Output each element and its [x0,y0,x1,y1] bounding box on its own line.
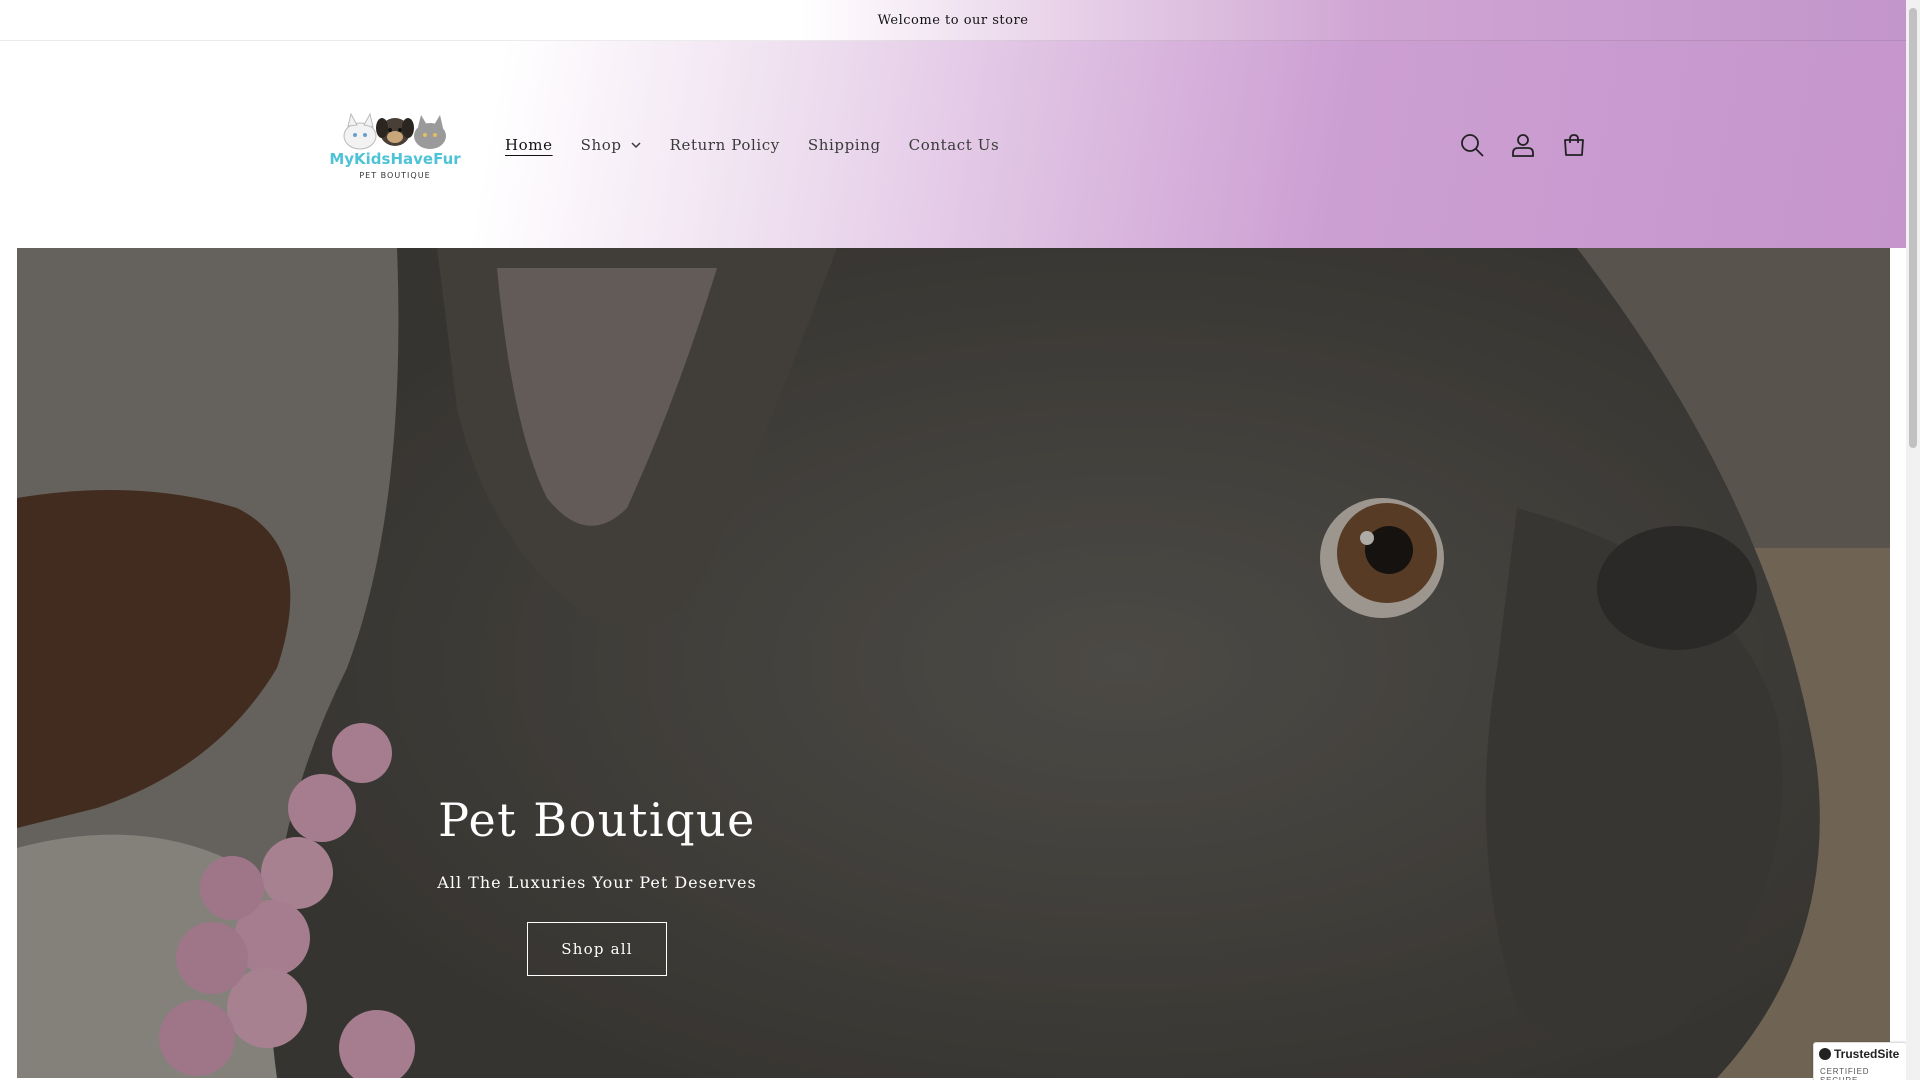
announcement-text: Welcome to our store [877,12,1029,28]
store-logo[interactable]: MyKidsHaveFur PET BOUTIQUE [320,106,470,186]
nav-contact-us-label: Contact Us [908,135,1000,154]
nav-shop-label: Shop [580,135,622,154]
nav-home[interactable]: Home [505,136,553,154]
announcement-bar: Welcome to our store [0,0,1906,41]
hero-subtitle: All The Luxuries Your Pet Deserves [437,873,757,892]
nav-home-label: Home [505,135,553,154]
svg-text:MyKidsHaveFur: MyKidsHaveFur [329,150,461,168]
page-scrollbar[interactable] [1906,0,1920,1080]
cart-icon [1564,133,1584,156]
logo-graphic: MyKidsHaveFur PET BOUTIQUE [329,112,461,180]
nav-contact-us[interactable]: Contact Us [909,136,1000,154]
nav-shop[interactable]: Shop [581,136,642,154]
scrollbar-thumb[interactable] [1909,8,1917,448]
trustedsite-badge[interactable]: TrustedSite CERTIFIED SECURE [1813,1042,1907,1080]
search-button[interactable] [1450,123,1494,167]
hero-content: Pet Boutique All The Luxuries Your Pet D… [347,793,847,976]
search-icon [1461,133,1484,157]
page: Welcome to our store MyKidsHaveFur PET B… [0,0,1920,1080]
nav-shipping[interactable]: Shipping [808,136,881,154]
nav-return-policy-label: Return Policy [669,135,780,154]
chevron-down-icon [631,141,641,148]
french-bulldog-photo [17,248,1890,1078]
cart-button[interactable] [1552,123,1596,167]
nav-shipping-label: Shipping [807,135,881,154]
account-icon [1512,133,1534,157]
site-header: MyKidsHaveFur PET BOUTIQUE Home Shop Ret… [0,41,1906,248]
shop-all-button[interactable]: Shop all [527,922,667,976]
svg-text:PET BOUTIQUE: PET BOUTIQUE [359,171,430,180]
check-icon [1819,1048,1831,1060]
badge-title: TrustedSite [1834,1047,1900,1061]
nav-return-policy[interactable]: Return Policy [670,136,780,154]
header-icons [1450,41,1603,248]
hero-banner: Pet Boutique All The Luxuries Your Pet D… [17,248,1890,1078]
badge-subtitle: CERTIFIED SECURE [1820,1067,1870,1080]
account-button[interactable] [1501,123,1545,167]
main-nav: Home Shop Return Policy Shipping Contact… [505,41,1027,248]
hero-title: Pet Boutique [438,793,756,847]
